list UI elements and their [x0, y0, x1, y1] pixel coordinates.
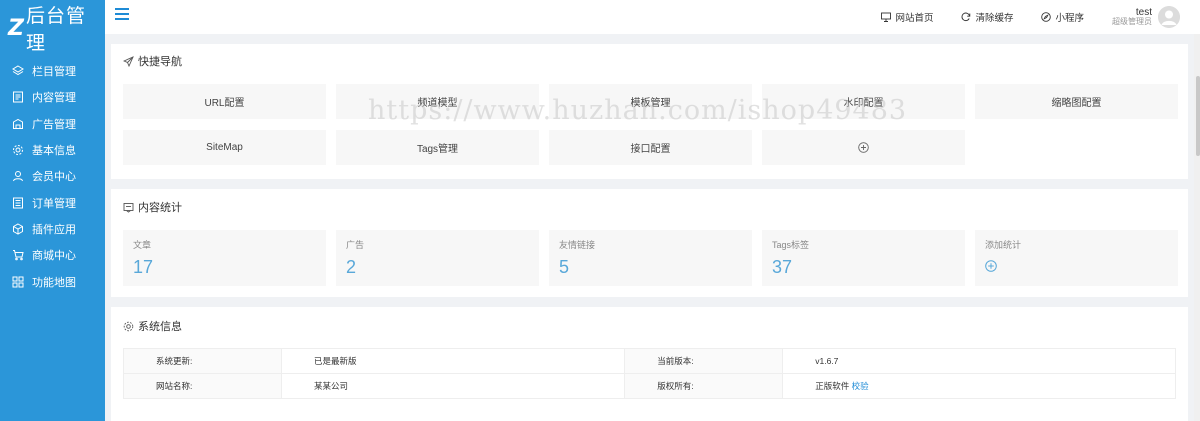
- info-label: 当前版本:: [624, 348, 784, 374]
- info-value: 已是最新版: [280, 348, 626, 374]
- stat-articles[interactable]: 文章 17: [123, 230, 326, 286]
- quick-nav-template[interactable]: 模板管理: [549, 84, 752, 119]
- info-label: 系统更新:: [123, 348, 282, 374]
- stat-ads[interactable]: 广告 2: [336, 230, 539, 286]
- info-value-cell: 正版软件 校验: [782, 373, 1176, 399]
- info-value: 某某公司: [280, 373, 626, 399]
- stat-tags[interactable]: Tags标签 37: [762, 230, 965, 286]
- table-row: 网站名称: 某某公司 版权所有: 正版软件 校验: [123, 373, 1176, 399]
- cube-icon: [12, 223, 24, 235]
- system-info-title: 系统信息: [138, 321, 182, 333]
- sidebar-item-members[interactable]: 会员中心: [0, 163, 105, 189]
- table-row: 系统更新: 已是最新版 当前版本: v1.6.7: [123, 348, 1176, 374]
- sidebar-item-label: 基本信息: [32, 145, 76, 158]
- logo[interactable]: Z 后台管理: [0, 0, 105, 56]
- info-label: 网站名称:: [123, 373, 282, 399]
- sidebar-item-label: 功能地图: [32, 276, 76, 289]
- plus-circle-icon: [985, 260, 997, 272]
- sidebar-nav: 栏目管理 内容管理 广告管理 基本信息 会员中心 订单管理 插件应用 商城中心: [0, 58, 105, 295]
- sidebar-item-map[interactable]: 功能地图: [0, 268, 105, 294]
- sidebar-item-label: 订单管理: [32, 197, 76, 210]
- gear-icon: [123, 321, 134, 331]
- stats-title: 内容统计: [138, 202, 182, 214]
- topbar: 网站首页 清除缓存 小程序 test 超级管理员: [105, 0, 1200, 34]
- sidebar: Z 后台管理 栏目管理 内容管理 广告管理 基本信息 会员中心 订单管理 插件应…: [0, 0, 105, 421]
- user-icon: [12, 170, 24, 182]
- verify-link[interactable]: 校验: [852, 381, 869, 391]
- document-icon: [12, 91, 24, 103]
- stat-value: 37: [772, 257, 793, 277]
- sidebar-item-label: 内容管理: [32, 92, 76, 105]
- stat-label: 文章: [133, 240, 152, 250]
- logo-mark: Z: [8, 15, 24, 41]
- cart-icon: [12, 249, 24, 261]
- stat-value: 2: [346, 257, 357, 277]
- stat-value: 5: [559, 257, 570, 277]
- sidebar-item-basic-info[interactable]: 基本信息: [0, 137, 105, 163]
- sidebar-item-label: 插件应用: [32, 223, 76, 236]
- quick-nav-card: 快捷导航 URL配置 频道模型 模板管理 水印配置 缩略图配置 SiteMap …: [111, 44, 1188, 179]
- refresh-icon: [962, 12, 971, 22]
- list-icon: [12, 197, 24, 209]
- scrollbar[interactable]: [1194, 34, 1200, 421]
- mini-program-link[interactable]: 小程序: [1041, 10, 1084, 24]
- system-info-table: 系统更新: 已是最新版 当前版本: v1.6.7 网站名称: 某某公司 版权所有…: [123, 348, 1176, 399]
- system-info-card: 系统信息 系统更新: 已是最新版 当前版本: v1.6.7 网站名称: 某某公司…: [111, 307, 1188, 421]
- quick-nav-url-config[interactable]: URL配置: [123, 84, 326, 119]
- quick-nav-thumbnail[interactable]: 缩略图配置: [975, 84, 1178, 119]
- chat-icon: [123, 202, 134, 213]
- ad-icon: [12, 118, 24, 130]
- stat-label: 友情链接: [559, 240, 596, 250]
- sidebar-item-label: 商城中心: [32, 250, 76, 263]
- send-icon: [123, 55, 134, 67]
- stat-value: 17: [133, 257, 154, 277]
- plus-circle-icon: [858, 142, 869, 153]
- brand-title: 后台管理: [25, 6, 86, 54]
- user-menu[interactable]: test 超级管理员: [1112, 6, 1180, 28]
- sidebar-item-mall[interactable]: 商城中心: [0, 242, 105, 268]
- menu-toggle-icon[interactable]: [115, 8, 129, 22]
- sidebar-item-plugins[interactable]: 插件应用: [0, 216, 105, 242]
- user-role: 超级管理员: [1112, 17, 1152, 27]
- site-home-link[interactable]: 网站首页: [881, 10, 933, 24]
- sidebar-item-columns[interactable]: 栏目管理: [0, 58, 105, 84]
- sidebar-item-label: 栏目管理: [32, 66, 76, 79]
- top-link-label: 清除缓存: [975, 13, 1014, 24]
- scrollbar-thumb[interactable]: [1196, 76, 1200, 156]
- gear-icon: [12, 144, 24, 156]
- layers-icon: [12, 65, 24, 77]
- add-stat-label: 添加统计: [985, 240, 1022, 250]
- stat-label: 广告: [346, 240, 365, 250]
- info-value: 正版软件: [815, 381, 850, 391]
- stat-label: Tags标签: [772, 240, 810, 250]
- add-stat-button[interactable]: 添加统计: [975, 230, 1178, 286]
- quick-nav-channel-model[interactable]: 频道模型: [336, 84, 539, 119]
- monitor-icon: [881, 12, 892, 22]
- stat-links[interactable]: 友情链接 5: [549, 230, 752, 286]
- stats-card: 内容统计 文章 17 广告 2 友情链接 5 Tags标签 37 添加统计: [111, 189, 1188, 297]
- quick-nav-watermark[interactable]: 水印配置: [762, 84, 965, 119]
- top-link-label: 网站首页: [895, 13, 934, 24]
- sidebar-item-label: 会员中心: [32, 171, 76, 184]
- quick-nav-add-button[interactable]: [762, 130, 965, 165]
- grid-icon: [12, 276, 24, 288]
- quick-nav-sitemap[interactable]: SiteMap: [123, 130, 326, 165]
- sidebar-item-label: 广告管理: [32, 118, 76, 131]
- quick-nav-title: 快捷导航: [138, 56, 182, 68]
- avatar[interactable]: [1158, 6, 1180, 28]
- sidebar-item-content[interactable]: 内容管理: [0, 84, 105, 110]
- clear-cache-link[interactable]: 清除缓存: [961, 10, 1013, 24]
- sidebar-item-ads[interactable]: 广告管理: [0, 111, 105, 137]
- top-link-label: 小程序: [1055, 13, 1084, 24]
- compass-icon: [1041, 12, 1052, 22]
- sidebar-item-orders[interactable]: 订单管理: [0, 189, 105, 215]
- quick-nav-api-config[interactable]: 接口配置: [549, 130, 752, 165]
- info-label: 版权所有:: [624, 373, 784, 399]
- info-value: v1.6.7: [782, 348, 1176, 374]
- quick-nav-tags[interactable]: Tags管理: [336, 130, 539, 165]
